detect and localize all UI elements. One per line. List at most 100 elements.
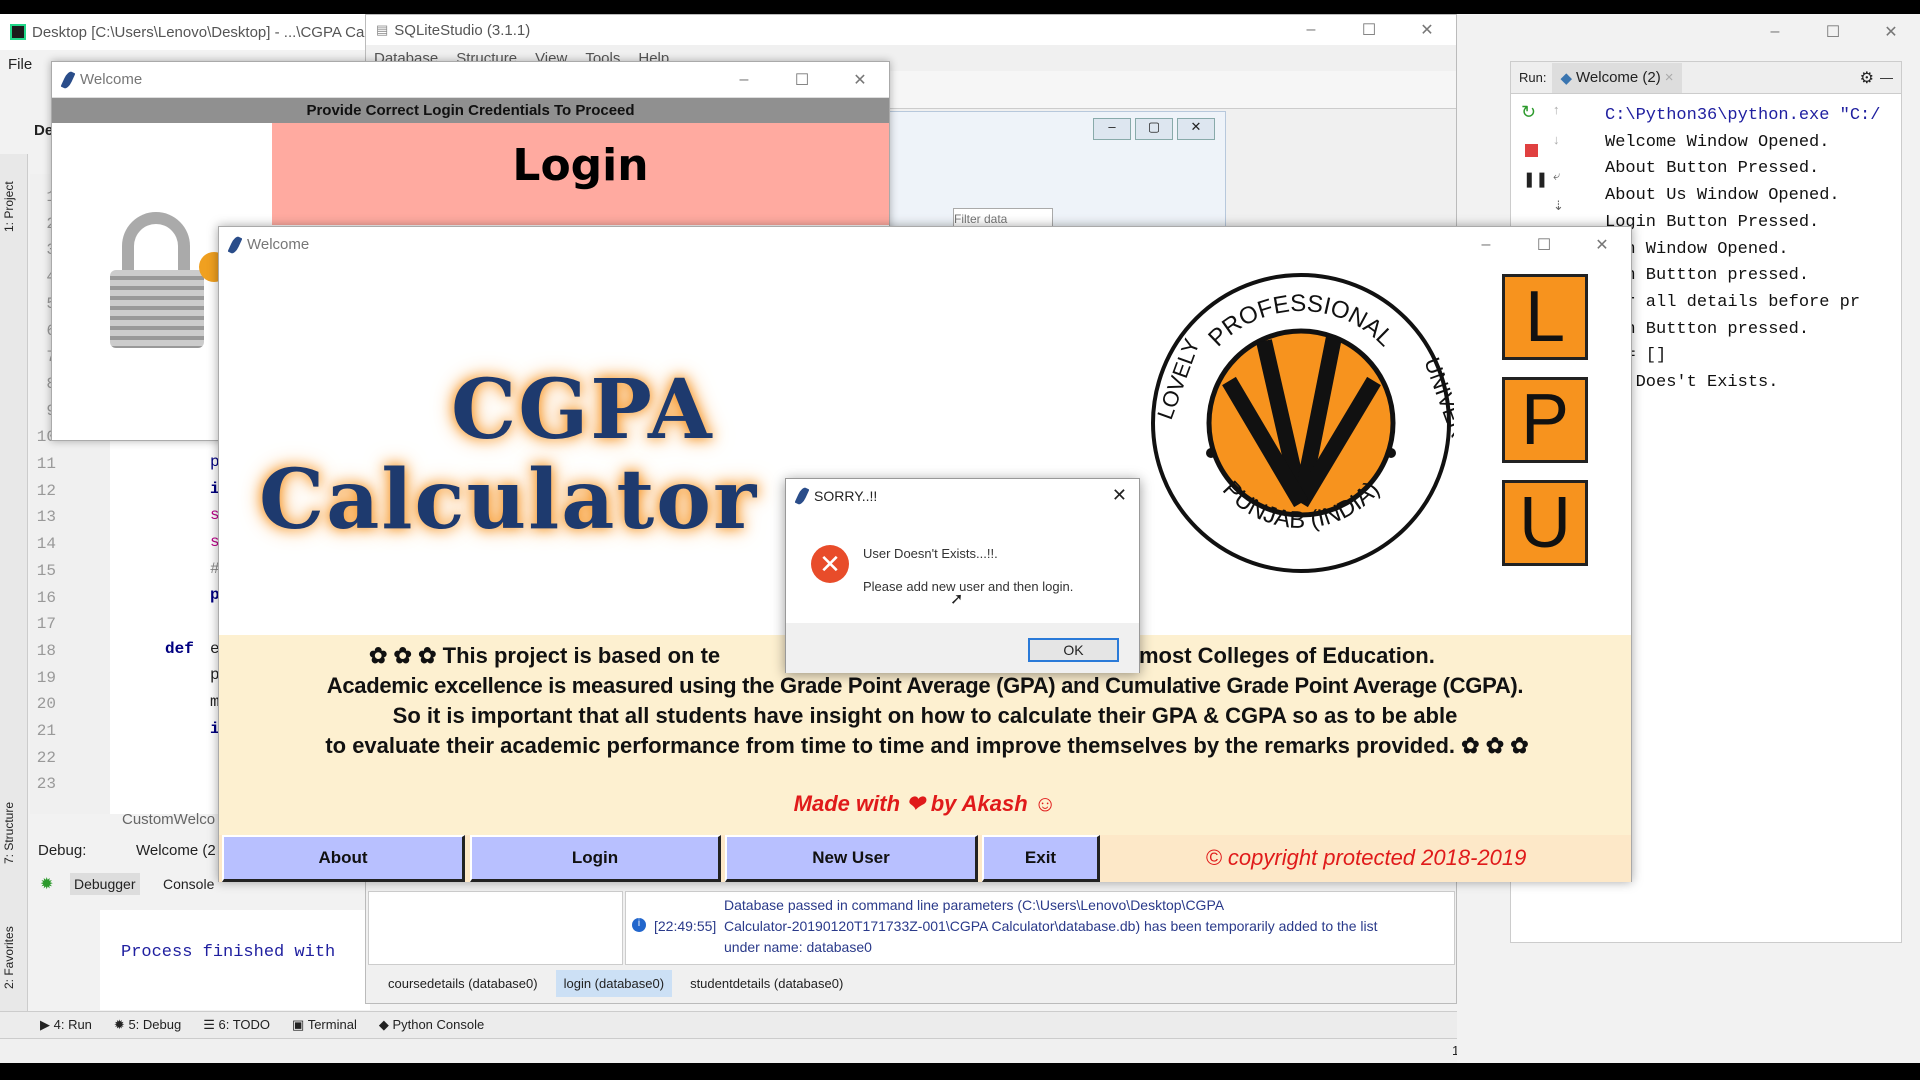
author-text: by Akash — [930, 791, 1028, 816]
maximize-button[interactable]: ☐ — [1515, 227, 1573, 262]
hide-icon[interactable]: — — [1880, 70, 1893, 85]
new-user-button[interactable]: New User — [725, 835, 978, 882]
debugger-tab[interactable]: Debugger — [70, 873, 140, 895]
close-button[interactable]: ✕ — [1862, 14, 1920, 50]
menu-file[interactable]: File — [8, 56, 32, 73]
line-number: 20 — [36, 695, 56, 714]
code-def-keyword: def — [165, 640, 194, 658]
maximize-button[interactable]: ☐ — [1340, 15, 1398, 45]
side-tab-project[interactable]: 1: Project — [2, 181, 16, 232]
scroll-end-icon[interactable]: ⇣ — [1553, 198, 1564, 214]
smiley-icon: ☺ — [1033, 791, 1057, 816]
minimize-button[interactable]: – — [715, 62, 773, 98]
console-line: About Button Pressed. — [1605, 159, 1820, 179]
pycharm-logo-icon — [10, 24, 26, 40]
flower-icons: ✿ ✿ ✿ — [1455, 733, 1529, 758]
mdi-minimize-button[interactable]: – — [1093, 118, 1131, 140]
run-label: Run: — [1519, 70, 1547, 85]
description-line2: Academic excellence is measured using th… — [326, 673, 1524, 698]
open-table-tab[interactable]: studentdetails (database0) — [682, 970, 851, 997]
console-tab[interactable]: Console — [163, 876, 214, 892]
minimize-button[interactable]: – — [1746, 14, 1804, 50]
description-line3: So it is important that all students hav… — [392, 703, 1458, 728]
run-icon: ▶ — [40, 1017, 54, 1032]
login-banner: Provide Correct Login Credentials To Pro… — [52, 98, 889, 123]
console-line: gin Buttton pressed. — [1605, 319, 1810, 339]
toolwindow-tab[interactable]: ◆ Python Console — [379, 1017, 484, 1033]
breadcrumb[interactable]: CustomWelco — [122, 811, 215, 828]
minimize-button[interactable]: – — [1282, 15, 1340, 45]
stop-icon[interactable] — [1525, 144, 1538, 157]
toolwindow-tab[interactable]: ▣ Terminal — [292, 1017, 357, 1033]
close-tab-icon[interactable]: × — [1665, 69, 1674, 86]
bug-icon: ✹ — [113, 1017, 129, 1032]
description-line1b: most Colleges of Education. — [1139, 643, 1435, 668]
up-arrow-icon[interactable]: ↑ — [1553, 102, 1560, 117]
message-line3: under name: database0 — [724, 939, 872, 955]
lpu-seal-logo: PROFESSIONAL PUNJAB (INDIA) LOVELY UNIVE… — [1151, 273, 1454, 573]
minimize-button[interactable]: – — [1457, 227, 1515, 262]
welcome-window-title: Welcome — [247, 236, 310, 253]
toolwindow-tab[interactable]: ☰ 6: TODO — [203, 1017, 270, 1033]
lpu-letter-u: U — [1502, 480, 1588, 566]
side-tab-favorites[interactable]: 2: Favorites — [2, 926, 16, 989]
pycharm-title: Desktop [C:\Users\Lenovo\Desktop] - ...\… — [32, 23, 365, 41]
login-heading: Login — [512, 140, 649, 191]
rerun-icon[interactable]: ↻ — [1521, 102, 1536, 123]
console-line: Welcome Window Opened. — [1605, 132, 1830, 152]
line-number: 12 — [36, 481, 56, 500]
toolwindow-tab[interactable]: ✹ 5: Debug — [114, 1017, 181, 1033]
console-line: Login Button Pressed. — [1605, 212, 1820, 232]
toolwindow-tab-label: Terminal — [307, 1017, 357, 1032]
mdi-restore-button[interactable]: ▢ — [1135, 118, 1173, 140]
status-messages: i [22:49:55] Database passed in command … — [625, 891, 1455, 965]
toolwindow-tab-label: Python Console — [392, 1017, 485, 1032]
dialog-close-button[interactable]: ✕ — [1112, 485, 1127, 506]
maximize-button[interactable]: ☐ — [1804, 14, 1862, 50]
soft-wrap-icon[interactable]: ⤶ — [1553, 168, 1560, 184]
dialog-message-1: User Doesn't Exists...!!. — [863, 546, 998, 561]
run-tab-label: Welcome (2) — [1576, 69, 1661, 86]
feather-icon — [227, 234, 243, 255]
cgpa-title: CGPA — [451, 362, 714, 458]
close-button[interactable]: ✕ — [1573, 227, 1631, 262]
side-tab-structure[interactable]: 7: Structure — [2, 802, 16, 864]
down-arrow-icon[interactable]: ↓ — [1553, 132, 1560, 147]
error-dialog: SORRY..!! ✕ ✕ User Doesn't Exists...!!. … — [785, 478, 1140, 673]
open-table-tab[interactable]: login (database0) — [555, 970, 673, 997]
debug-tab[interactable]: Welcome (2 — [136, 842, 216, 859]
console-line: C:\Python36\python.exe "C:/ — [1605, 106, 1881, 125]
feather-icon — [60, 69, 76, 90]
about-button[interactable]: About — [222, 835, 465, 882]
mouse-cursor-icon: ➚ — [950, 591, 964, 608]
ok-button[interactable]: OK — [1028, 638, 1119, 662]
pause-icon[interactable]: ❚❚ — [1523, 170, 1548, 188]
open-table-tab[interactable]: coursedetails (database0) — [380, 970, 546, 997]
close-button[interactable]: ✕ — [831, 62, 889, 98]
maximize-button[interactable]: ☐ — [773, 62, 831, 98]
close-button[interactable]: ✕ — [1398, 15, 1456, 45]
line-number: 18 — [36, 641, 56, 660]
message-line2: Calculator-20190120T171733Z-001\CGPA Cal… — [724, 918, 1378, 934]
feather-icon — [794, 486, 810, 506]
db-list-pane — [368, 891, 623, 965]
run-tab[interactable]: ◆ Welcome (2) × — [1552, 62, 1682, 93]
description-line4: to evaluate their academic performance f… — [325, 733, 1456, 758]
mdi-close-button[interactable]: ✕ — [1177, 118, 1215, 140]
console-line: gin Window Opened. — [1605, 239, 1789, 259]
copyright-text: © copyright protected 2018-2019 — [1205, 845, 1527, 870]
button-row: About Login New User Exit © copyright pr… — [219, 835, 1631, 882]
heart-icon: ❤ — [906, 791, 925, 816]
exit-button[interactable]: Exit — [982, 835, 1100, 882]
toolwindow-tab[interactable]: ▶ 4: Run — [40, 1017, 92, 1033]
padlock-icon — [104, 212, 229, 352]
lpu-letter-l: L — [1502, 274, 1588, 360]
gear-icon[interactable]: ⚙ — [1860, 68, 1874, 88]
debug-bug-icon[interactable]: ✹ — [40, 874, 53, 894]
login-button[interactable]: Login — [470, 835, 721, 882]
python-icon: ◆ — [1560, 69, 1573, 87]
sqlite-logo-icon: ▤ — [376, 22, 389, 37]
list-icon: ☰ — [203, 1017, 219, 1032]
python-icon: ◆ — [378, 1017, 393, 1032]
line-number: 13 — [36, 508, 56, 527]
